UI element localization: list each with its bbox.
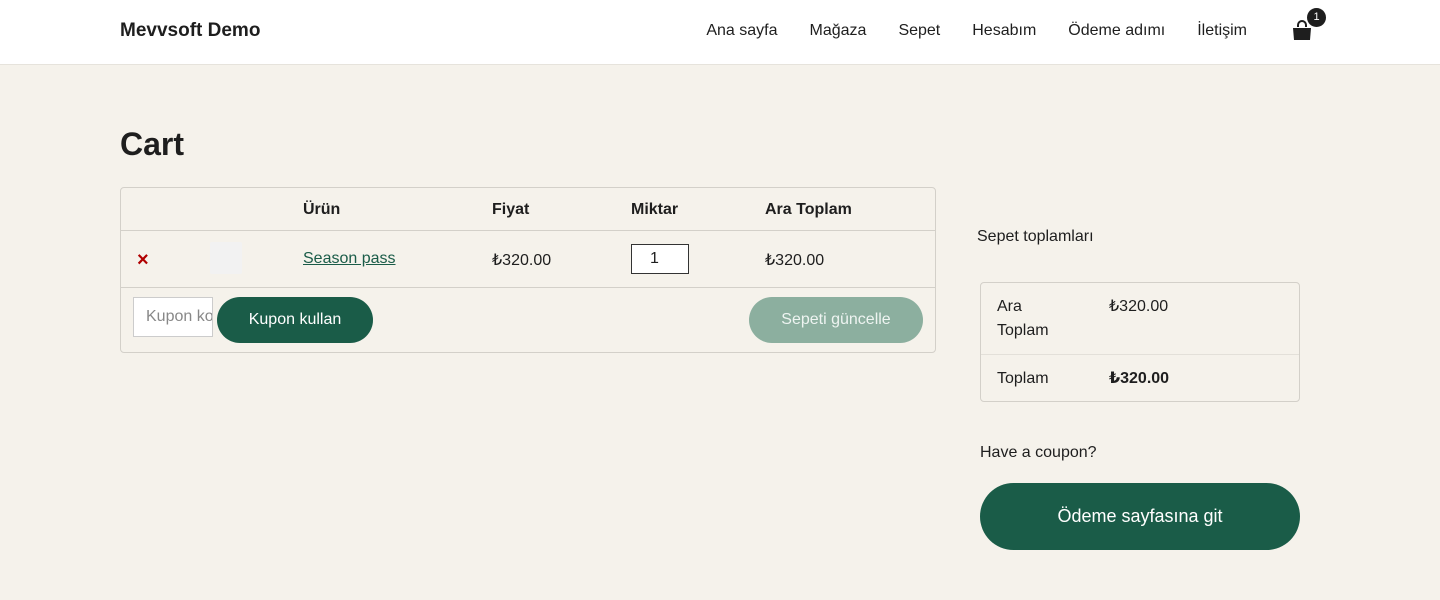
product-thumbnail[interactable] (210, 242, 242, 274)
subtotal-value: ₺320.00 (1109, 298, 1169, 315)
have-coupon-link[interactable]: Have a coupon? (980, 444, 1097, 462)
column-header-subtotal: Ara Toplam (765, 201, 852, 218)
proceed-to-checkout-button[interactable]: Ödeme sayfasına git (980, 483, 1300, 550)
subtotal-label-line-1: Ara (997, 298, 1022, 315)
table-divider (121, 230, 935, 231)
remove-item-icon[interactable]: × (137, 250, 149, 270)
total-value: ₺320.00 (1109, 370, 1170, 387)
nav-item-checkout[interactable]: Ödeme adımı (1068, 22, 1165, 40)
nav-item-account[interactable]: Hesabım (972, 22, 1036, 40)
main-nav: Ana sayfa Mağaza Sepet Hesabım Ödeme adı… (706, 22, 1247, 40)
nav-item-cart[interactable]: Sepet (898, 22, 940, 40)
subtotal-label-line-2: Toplam (997, 322, 1049, 339)
subtotal-label: Ara Toplam (997, 295, 1049, 343)
site-title-link[interactable]: Mevvsoft Demo (120, 20, 260, 42)
cart-count-badge: 1 (1307, 8, 1326, 27)
cart-table: Ürün Fiyat Miktar Ara Toplam × Season pa… (120, 187, 936, 353)
cart-totals-heading: Sepet toplamları (977, 228, 1094, 245)
column-header-price: Fiyat (492, 201, 530, 218)
nav-item-contact[interactable]: İletişim (1197, 22, 1247, 40)
column-header-product: Ürün (303, 201, 341, 218)
nav-item-home[interactable]: Ana sayfa (706, 22, 777, 40)
page-title: Cart (120, 126, 185, 162)
totals-divider (981, 354, 1299, 355)
table-divider (121, 287, 935, 288)
item-subtotal: ₺320.00 (765, 252, 825, 269)
item-price: ₺320.00 (492, 252, 552, 269)
column-header-quantity: Miktar (631, 201, 679, 218)
quantity-input[interactable] (631, 244, 689, 274)
nav-item-shop[interactable]: Mağaza (810, 22, 867, 40)
cart-totals-table: Ara Toplam ₺320.00 Toplam ₺320.00 (980, 282, 1300, 402)
site-header: Mevvsoft Demo Ana sayfa Mağaza Sepet Hes… (0, 0, 1440, 65)
product-name-link[interactable]: Season pass (303, 250, 396, 268)
apply-coupon-button[interactable]: Kupon kullan (217, 297, 373, 343)
total-label: Toplam (997, 370, 1049, 387)
coupon-code-input[interactable] (133, 297, 213, 337)
update-cart-button[interactable]: Sepeti güncelle (749, 297, 923, 343)
